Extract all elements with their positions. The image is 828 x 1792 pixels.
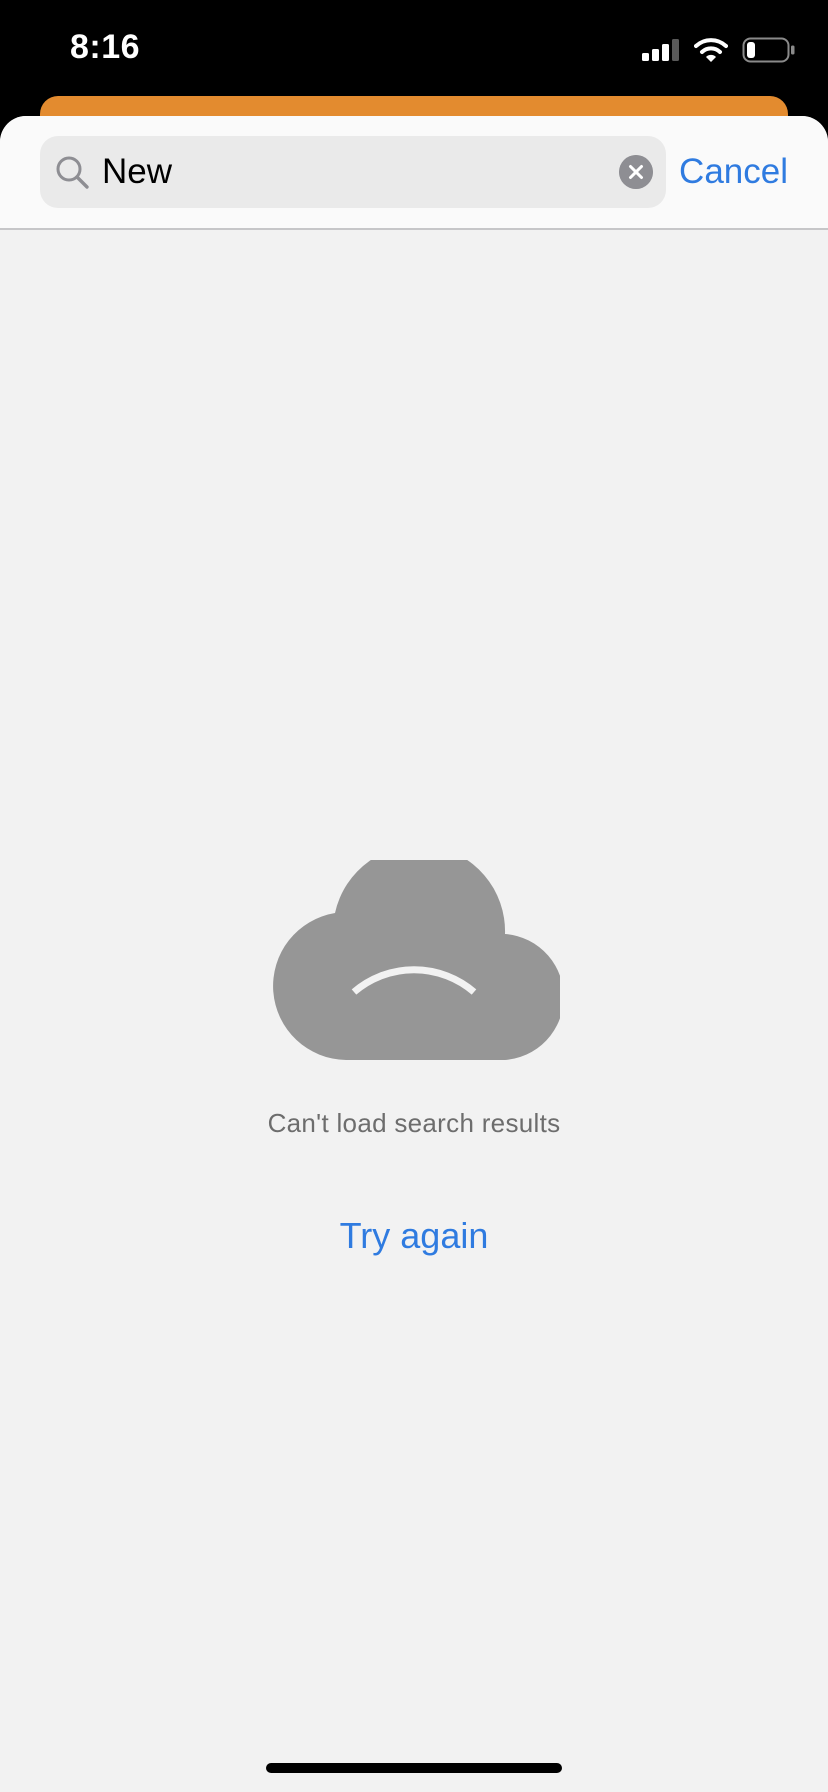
error-message: Can't load search results	[267, 1108, 561, 1138]
battery-icon	[742, 37, 795, 63]
search-field[interactable]: New	[40, 136, 666, 208]
sad-cloud-icon	[273, 860, 560, 1060]
status-bar: 8:16	[0, 0, 828, 100]
home-indicator	[266, 1763, 562, 1773]
try-again-button[interactable]: Try again	[314, 1206, 514, 1266]
search-input[interactable]: New	[102, 136, 172, 208]
wifi-icon	[694, 38, 728, 62]
clear-icon[interactable]	[619, 155, 653, 189]
search-sheet: New Cancel Can't load search results Try…	[0, 116, 828, 1792]
status-time: 8:16	[70, 28, 141, 66]
cancel-button[interactable]: Cancel	[679, 136, 788, 208]
search-header: New Cancel	[0, 116, 828, 230]
search-icon	[56, 156, 89, 189]
cellular-signal-icon	[642, 39, 679, 61]
status-icons	[642, 36, 796, 64]
